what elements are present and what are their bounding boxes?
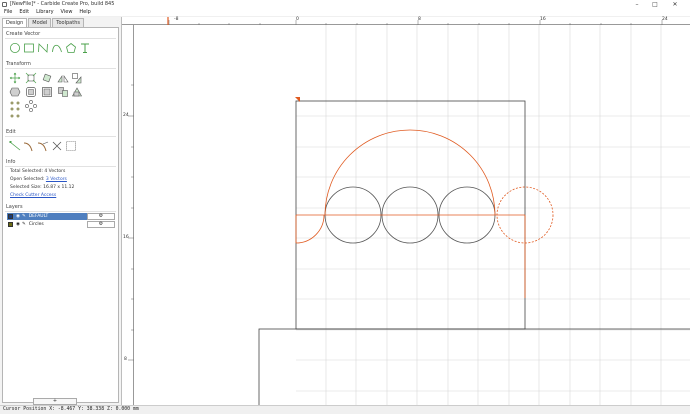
maximize-button[interactable]: □ — [648, 0, 662, 8]
polyline-icon[interactable] — [37, 42, 49, 54]
title-bar: [NewFile]* - Carbide Create Pro, build 8… — [0, 0, 690, 8]
divider — [5, 136, 116, 137]
design-panel: Create Vector Transform Edit Info Total … — [2, 27, 119, 405]
app-icon — [2, 1, 7, 7]
check-cutter-access-link[interactable]: Check Cutter Access — [10, 193, 56, 198]
ruler-left-label: 24 — [123, 113, 129, 118]
open-selected-link[interactable]: 3 Vectors — [46, 177, 67, 182]
scale-icon[interactable] — [25, 72, 37, 84]
ruler-left-label: 8 — [124, 357, 127, 362]
menu-view[interactable]: View — [61, 9, 73, 15]
ruler-top-label: 8 — [418, 17, 421, 22]
layer-name: DEFAULT — [28, 214, 49, 219]
circle-icon[interactable] — [9, 42, 21, 54]
node-edit-icon[interactable] — [9, 140, 21, 152]
layer-row-circles[interactable]: ◉ ✎ Circles ⚙ — [7, 221, 115, 228]
text-icon[interactable] — [79, 42, 91, 54]
divider — [5, 166, 116, 167]
group-icon[interactable] — [41, 86, 53, 98]
section-layers: Layers — [6, 204, 23, 210]
array-icon[interactable] — [9, 100, 21, 112]
divider — [5, 68, 116, 69]
move-icon[interactable] — [9, 72, 21, 84]
ruler-top-label: 16 — [540, 17, 546, 22]
left-arc[interactable] — [295, 214, 325, 244]
rectangle-icon[interactable] — [23, 42, 35, 54]
fillet-icon[interactable] — [23, 140, 35, 152]
open-selected: Open Selected: 3 Vectors — [10, 177, 67, 182]
layer-row-default[interactable]: ◉ ✎ DEFAULT ⚙ — [7, 213, 115, 220]
layer-settings-button[interactable]: ⚙ — [87, 221, 115, 228]
menu-bar: File Edit Library View Help — [0, 8, 690, 16]
mirror-icon[interactable] — [57, 72, 69, 84]
align-icon[interactable] — [71, 72, 83, 84]
divider — [5, 38, 116, 39]
section-create-vector: Create Vector — [6, 31, 41, 37]
layer-settings-button[interactable]: ⚙ — [87, 213, 115, 220]
rotate-icon[interactable] — [41, 72, 53, 84]
menu-library[interactable]: Library — [36, 9, 53, 15]
ruler-left: 24 16 8 — [122, 25, 134, 405]
open-selected-label: Open Selected: — [10, 177, 45, 182]
pattern-icon[interactable] — [9, 112, 21, 124]
tab-strip: Design Model Toolpaths — [2, 18, 85, 27]
cut-icon[interactable] — [51, 140, 63, 152]
ruler-left-ticks — [128, 84, 134, 361]
smooth-icon[interactable] — [25, 86, 37, 98]
large-arc[interactable] — [324, 129, 496, 216]
cursor-position: Cursor Position X: -8.467 Y: 38.338 Z: 0… — [3, 407, 139, 412]
design-canvas[interactable] — [134, 25, 690, 405]
tab-design[interactable]: Design — [2, 18, 28, 27]
ruler-top: -8 0 8 16 24 — [122, 17, 690, 25]
minimize-button[interactable]: – — [630, 0, 644, 8]
pencil-icon[interactable]: ✎ — [22, 214, 26, 219]
menu-file[interactable]: File — [4, 9, 12, 15]
menu-edit[interactable]: Edit — [19, 9, 29, 15]
divider — [5, 211, 116, 212]
section-edit: Edit — [6, 129, 16, 135]
boolean-icon[interactable] — [71, 86, 83, 98]
check-cutter-access[interactable]: Check Cutter Access — [10, 193, 56, 198]
ruler-top-ticks — [167, 17, 663, 25]
selected-vectors[interactable] — [295, 129, 554, 298]
layer-name: Circles — [28, 222, 44, 227]
ruler-top-label: 0 — [296, 17, 299, 22]
ruler-top-label: -8 — [174, 17, 179, 22]
section-transform: Transform — [6, 61, 31, 67]
layer-color-swatch[interactable] — [8, 222, 13, 227]
ruler-left-label: 16 — [123, 235, 129, 240]
trim-icon[interactable] — [37, 140, 49, 152]
eye-icon[interactable]: ◉ — [16, 214, 20, 219]
polygon-icon[interactable] — [65, 42, 77, 54]
tab-model[interactable]: Model — [28, 18, 52, 27]
ruler-top-label: 24 — [662, 17, 668, 22]
page-outline — [258, 328, 690, 405]
pencil-icon[interactable]: ✎ — [22, 222, 26, 227]
curve-icon[interactable] — [51, 42, 63, 54]
menu-help[interactable]: Help — [79, 9, 90, 15]
ungroup-icon[interactable] — [57, 86, 69, 98]
close-button[interactable]: ✕ — [668, 0, 682, 8]
add-layer-button[interactable]: + — [33, 398, 77, 405]
selected-size: Selected Size: 16.87 x 11.12 — [10, 185, 75, 190]
offset-icon[interactable] — [9, 86, 21, 98]
section-info: Info — [6, 159, 16, 165]
tab-toolpaths[interactable]: Toolpaths — [52, 18, 84, 27]
layer-color-swatch[interactable] — [8, 214, 13, 219]
eye-icon[interactable]: ◉ — [16, 222, 20, 227]
window-title: [NewFile]* - Carbide Create Pro, build 8… — [10, 1, 115, 7]
design-drawing[interactable] — [134, 25, 690, 405]
join-icon[interactable] — [65, 140, 77, 152]
circular-array-icon[interactable] — [25, 100, 37, 112]
total-selected: Total Selected: 4 Vectors — [10, 169, 66, 174]
status-bar: Cursor Position X: -8.467 Y: 38.338 Z: 0… — [0, 405, 690, 414]
left-panel: Design Model Toolpaths Create Vector Tra… — [0, 17, 122, 405]
